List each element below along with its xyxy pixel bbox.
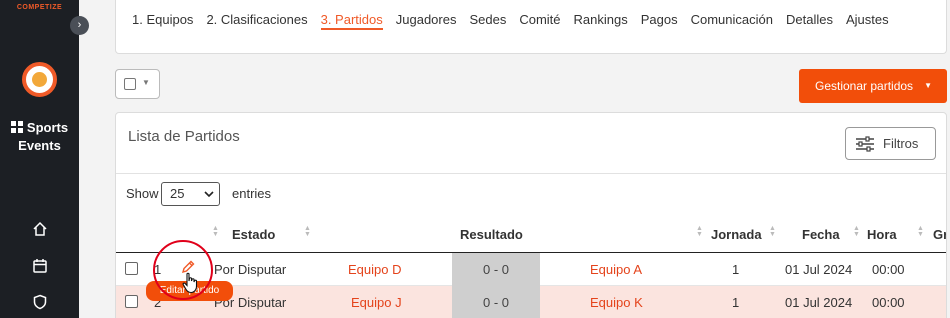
- row-checkbox[interactable]: [125, 295, 138, 308]
- matches-list-card: Lista de Partidos Filtros Show 25 entrie…: [115, 112, 947, 318]
- tab-sedes[interactable]: Sedes: [469, 11, 506, 29]
- row-fecha: 01 Jul 2024: [785, 262, 853, 277]
- row-resultado[interactable]: 0 - 0: [452, 253, 540, 286]
- sort-icon[interactable]: ▲ ▼: [917, 225, 924, 238]
- select-all-checkbox[interactable]: [124, 78, 136, 90]
- tab-ajustes[interactable]: Ajustes: [846, 11, 889, 29]
- row-jornada: 1: [732, 262, 740, 277]
- column-hora[interactable]: Hora: [867, 227, 897, 242]
- filters-button[interactable]: Filtros: [845, 127, 936, 160]
- table-row[interactable]: 2 Por Disputar Equipo J 0 - 0 Equipo K 1…: [116, 286, 946, 318]
- away-team-link[interactable]: Equipo K: [590, 295, 643, 310]
- home-icon[interactable]: [32, 221, 48, 237]
- table-header: ▲ ▼ ▲ ▼ Estado Resultado ▲ ▼ Jornada ▲ ▼ Fec…: [116, 219, 946, 253]
- sidebar-collapse-button[interactable]: ›: [70, 16, 89, 35]
- shield-icon[interactable]: [32, 294, 48, 310]
- column-extra[interactable]: Gr: [933, 227, 946, 242]
- app-name[interactable]: Sports Events: [0, 119, 79, 155]
- tab-comunicación[interactable]: Comunicación: [691, 11, 773, 29]
- tab-pagos[interactable]: Pagos: [641, 11, 678, 29]
- sort-icon[interactable]: ▲ ▼: [769, 225, 776, 238]
- entries-select[interactable]: 25: [161, 182, 220, 206]
- table-row[interactable]: 1 Por Disputar Equipo D 0 - 0 Equipo A 1…: [116, 253, 946, 286]
- sliders-icon: [856, 136, 874, 152]
- column-estado[interactable]: Estado: [232, 227, 275, 242]
- row-resultado[interactable]: 0 - 0: [452, 286, 540, 318]
- show-label: Show: [126, 186, 159, 201]
- entries-value: 25: [170, 186, 185, 201]
- tab-rankings[interactable]: Rankings: [574, 11, 628, 29]
- row-fecha: 01 Jul 2024: [785, 295, 853, 310]
- list-header: Lista de Partidos Filtros: [116, 113, 946, 174]
- row-jornada: 1: [732, 295, 740, 310]
- tab-bar: 1. Equipos 2. Clasificaciones 3. Partidos J…: [132, 11, 932, 30]
- tabs-card: 1. Equipos 2. Clasificaciones 3. Partidos J…: [115, 0, 947, 54]
- home-team-link[interactable]: Equipo J: [351, 295, 402, 310]
- tab-1-equipos[interactable]: 1. Equipos: [132, 11, 193, 29]
- caret-down-icon: ▼: [924, 81, 932, 90]
- brand-logo-text: COMPETIZE: [16, 4, 63, 11]
- column-fecha[interactable]: Fecha: [802, 227, 840, 242]
- column-jornada[interactable]: Jornada: [711, 227, 762, 242]
- sort-icon[interactable]: ▲ ▼: [696, 225, 703, 238]
- tab-jugadores[interactable]: Jugadores: [396, 11, 457, 29]
- chevron-down-icon: [204, 191, 214, 198]
- app-name-line2: Events: [18, 138, 61, 153]
- chevron-down-icon: ▼: [142, 78, 150, 87]
- calendar-icon[interactable]: [32, 258, 48, 274]
- grid-icon: [10, 121, 23, 133]
- sort-icon[interactable]: ▲ ▼: [212, 225, 219, 238]
- tab-2-clasificaciones[interactable]: 2. Clasificaciones: [206, 11, 307, 29]
- sort-icon[interactable]: ▲ ▼: [853, 225, 860, 238]
- manage-matches-label: Gestionar partidos: [815, 79, 914, 93]
- away-team-link[interactable]: Equipo A: [590, 262, 642, 277]
- select-all-dropdown[interactable]: ▼: [115, 69, 160, 99]
- row-hora: 00:00: [872, 262, 905, 277]
- manage-matches-button[interactable]: Gestionar partidos ▼: [799, 69, 947, 103]
- tab-3-partidos[interactable]: 3. Partidos: [320, 12, 383, 30]
- tab-detalles[interactable]: Detalles: [786, 11, 833, 29]
- row-checkbox[interactable]: [125, 262, 138, 275]
- app-name-line1: Sports: [26, 120, 69, 135]
- entries-label: entries: [232, 186, 272, 201]
- hand-cursor-icon: [182, 272, 198, 294]
- sort-icon[interactable]: ▲ ▼: [304, 225, 311, 238]
- row-estado: Por Disputar: [214, 262, 287, 277]
- event-logo[interactable]: [22, 62, 57, 97]
- column-resultado[interactable]: Resultado: [460, 227, 523, 242]
- home-team-link[interactable]: Equipo D: [348, 262, 401, 277]
- row-hora: 00:00: [872, 295, 905, 310]
- sidebar: COMPETIZE Sports Events: [0, 0, 79, 318]
- list-title: Lista de Partidos: [128, 128, 240, 145]
- filters-label: Filtros: [883, 136, 919, 151]
- tab-comité[interactable]: Comité: [519, 11, 560, 29]
